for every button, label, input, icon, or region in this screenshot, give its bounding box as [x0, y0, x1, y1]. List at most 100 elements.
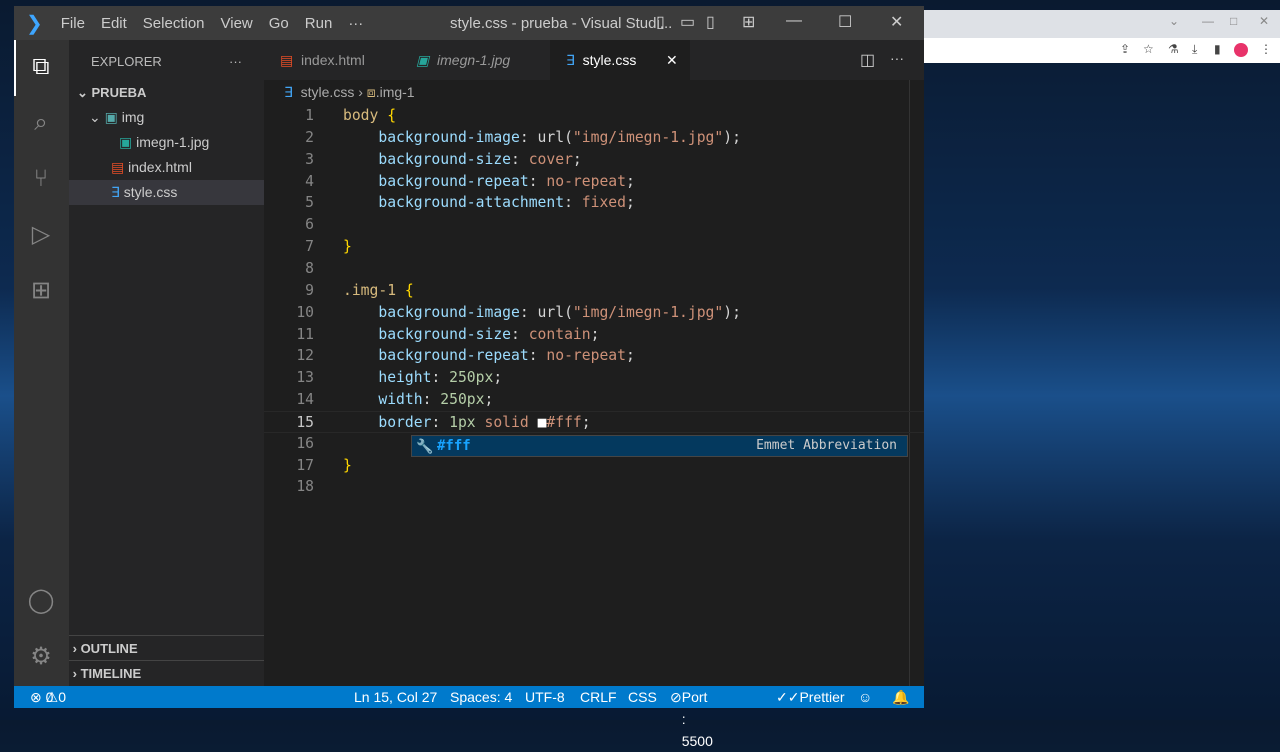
tree-item-index[interactable]: ▤ index.html [69, 155, 264, 180]
close-tab-icon[interactable]: ✕ [666, 40, 678, 80]
code-line[interactable]: 4 background-repeat: no-repeat; [264, 171, 924, 193]
line-text: background-size: contain; [343, 324, 599, 346]
code-line[interactable]: 3 background-size: cover; [264, 149, 924, 171]
code-line[interactable]: 18 [264, 476, 924, 498]
suggestion-widget[interactable]: 🔧 #fff Emmet Abbreviation [411, 435, 908, 457]
prettier-status[interactable]: ✓✓ Prettier [776, 686, 845, 708]
sidepanel-icon[interactable]: ▮ [1214, 42, 1221, 56]
customize-layout-icon[interactable]: ⊞ [742, 12, 755, 32]
line-number: 17 [296, 456, 314, 474]
live-server-port[interactable]: ⊘ Port : 5500 [670, 686, 713, 749]
code-token: .img-1 [343, 281, 405, 299]
layout-panel-icon[interactable]: ▭ [680, 12, 695, 32]
code-token: ; [493, 369, 503, 387]
line-text: background-repeat: no-repeat; [343, 345, 634, 367]
code-line[interactable]: 14 width: 250px; [264, 389, 924, 411]
language-mode[interactable]: CSS [628, 686, 657, 708]
problems-indicator[interactable]: ⊗ 0 ⚠ 0 [30, 686, 66, 708]
accounts-icon[interactable]: ◯ [26, 586, 56, 616]
tab-style-css[interactable]: ∃ style.css ✕ [550, 40, 690, 80]
encoding[interactable]: UTF-8 [525, 686, 565, 708]
source-control-icon[interactable]: ⑂ [26, 164, 56, 194]
address-bar[interactable] [924, 38, 1280, 63]
indentation[interactable]: Spaces: 4 [450, 686, 512, 708]
explorer-more-button[interactable]: ··· [229, 54, 242, 69]
css-icon: ∃ [566, 52, 575, 68]
close-icon[interactable]: ✕ [890, 12, 903, 32]
layout-sidebar-icon[interactable]: ▯ [656, 12, 665, 32]
line-number: 9 [305, 281, 314, 299]
more-actions-icon[interactable]: ··· [890, 50, 904, 66]
line-number: 14 [296, 391, 314, 409]
tree-item-style[interactable]: ∃ style.css [69, 180, 264, 205]
download-icon[interactable]: ⤓ [1192, 42, 1197, 57]
line-number: 11 [296, 325, 314, 343]
code-line[interactable]: 8 [264, 258, 924, 280]
menu-edit[interactable]: Edit [93, 15, 135, 32]
css-icon: ∃ [111, 184, 120, 200]
extensions-icon[interactable]: ⊞ [26, 276, 56, 306]
layout-secondary-icon[interactable]: ▯ [706, 12, 715, 32]
code-token: height [343, 369, 432, 387]
gear-icon[interactable]: ⚙ [26, 642, 56, 672]
chevron-down-icon[interactable]: ⌄ [1169, 14, 1179, 28]
cursor-position[interactable]: Ln 15, Col 27 [354, 686, 437, 708]
code-token: } [343, 456, 352, 474]
code-token: solid [484, 413, 538, 431]
minimize-icon[interactable]: — [1202, 14, 1214, 28]
menu-selection[interactable]: Selection [135, 15, 213, 32]
code-line[interactable]: 12 background-repeat: no-repeat; [264, 345, 924, 367]
breadcrumb-file[interactable]: style.css [301, 84, 355, 100]
code-line[interactable]: 13 height: 250px; [264, 367, 924, 389]
split-editor-icon[interactable]: ◫ [860, 50, 875, 70]
code-token: no-repeat [546, 347, 626, 365]
maximize-icon[interactable]: ☐ [838, 12, 852, 32]
code-line[interactable]: 10 background-image: url("img/imegn-1.jp… [264, 302, 924, 324]
end-of-line[interactable]: CRLF [580, 686, 617, 708]
code-line[interactable]: 9 .img-1 { [264, 280, 924, 302]
menu-icon[interactable]: ⋮ [1260, 42, 1272, 56]
labs-icon[interactable]: ⚗ [1168, 42, 1179, 56]
menu-view[interactable]: View [213, 15, 261, 32]
menu-run[interactable]: Run [297, 15, 341, 32]
code-line[interactable]: 6 [264, 214, 924, 236]
code-line[interactable]: 11 background-size: contain; [264, 324, 924, 346]
code-line[interactable]: 1 body { [264, 105, 924, 127]
line-text: background-size: cover; [343, 149, 581, 171]
menu-more[interactable]: ··· [340, 15, 371, 32]
breadcrumb-symbol[interactable]: .img-1 [376, 84, 415, 100]
tree-item-img[interactable]: ⌄ ▣ img [69, 105, 264, 130]
feedback-icon[interactable]: ☺ [858, 686, 872, 708]
minimize-icon[interactable]: — [786, 12, 802, 30]
port-label: Port : 5500 [681, 689, 713, 749]
menu-file[interactable]: File [53, 15, 93, 32]
tab-imegn-jpg[interactable]: ▣ imegn-1.jpg [400, 40, 550, 80]
folder-label: PRUEBA [91, 85, 147, 100]
code-line[interactable]: 7} [264, 236, 924, 258]
code-line[interactable]: 5 background-attachment: fixed; [264, 192, 924, 214]
avatar[interactable] [1234, 43, 1248, 57]
folder-prueba[interactable]: ⌄ PRUEBA [69, 80, 264, 105]
error-count: 0 [45, 689, 54, 705]
close-icon[interactable]: ✕ [1259, 14, 1269, 28]
code-token: #fff [546, 413, 582, 431]
explorer-icon[interactable]: ⧉ [26, 52, 56, 82]
star-icon[interactable]: ☆ [1143, 42, 1154, 56]
code-line[interactable]: 2 background-image: url("img/imegn-1.jpg… [264, 127, 924, 149]
bell-icon[interactable]: 🔔 [892, 686, 909, 708]
code-line[interactable]: 17} [264, 455, 924, 477]
suggestion-detail: Emmet Abbreviation [756, 438, 897, 453]
line-text: body { [343, 105, 396, 127]
search-icon[interactable]: ⌕ [26, 108, 56, 138]
tab-index-html[interactable]: ▤ index.html [264, 40, 400, 80]
timeline-section[interactable]: › TIMELINE [69, 660, 264, 685]
menu-go[interactable]: Go [261, 15, 297, 32]
tab-label: style.css [582, 52, 637, 68]
tree-item-imegn[interactable]: ▣ imegn-1.jpg [69, 130, 264, 155]
maximize-icon[interactable]: □ [1230, 14, 1237, 28]
run-debug-icon[interactable]: ▷ [26, 220, 56, 250]
code-line[interactable]: 15 border: 1px solid ■#fff; [264, 410, 924, 433]
code-token: fixed [581, 194, 626, 212]
outline-section[interactable]: › OUTLINE [69, 635, 264, 660]
share-icon[interactable]: ⇪ [1120, 42, 1130, 56]
